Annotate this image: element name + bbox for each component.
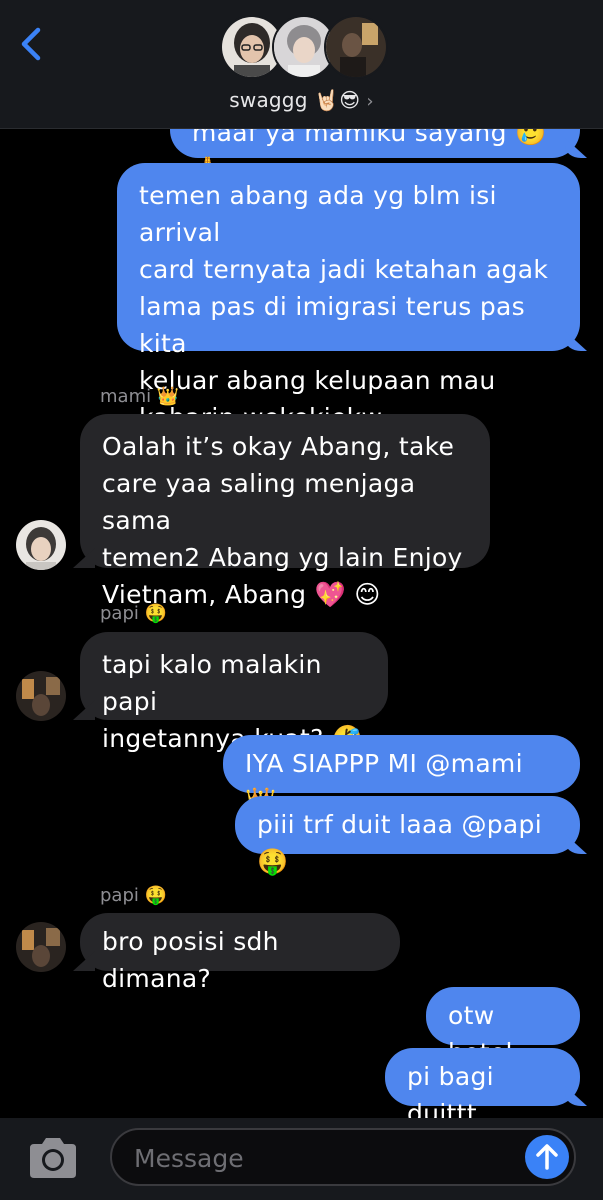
avatar-image [16,671,66,721]
send-button[interactable] [525,1135,569,1179]
sender-name: papi 🤑 [100,603,168,624]
message-text: pi bagi duittt [407,1062,494,1118]
conversation-header: swaggg 🤘🏻😎 › [0,0,603,129]
avatar-mami[interactable] [16,520,66,570]
conversation-area: maaf ya mamiku sayang 🥲🙏 temen abang ada… [0,0,603,1118]
avatar-image [16,520,66,570]
message-bubble-outgoing[interactable]: temen abang ada yg blm isi arrival card … [117,163,580,432]
message-bubble-outgoing[interactable]: piii trf duit laaa @papi 🤑 [235,796,580,876]
message-input[interactable] [132,1138,516,1178]
message-line: Oalah it’s okay Abang, take [102,432,455,461]
sender-name: papi 🤑 [100,885,168,906]
message-line: card ternyata jadi ketahan agak [139,255,549,284]
avatar-image [16,922,66,972]
message-text: piii trf duit laaa @papi 🤑 [257,810,542,876]
arrow-up-icon [536,1144,558,1170]
message-bubble-outgoing[interactable]: pi bagi duittt [385,1048,580,1118]
message-line: tapi kalo malakin papi [102,650,322,716]
avatar-papi[interactable] [16,671,66,721]
chevron-right-icon: › [366,91,374,112]
message-line: keluar abang kelupaan mau [139,366,496,395]
chevron-left-icon [21,27,41,61]
avatar-papi[interactable] [16,922,66,972]
group-name: swaggg 🤘🏻😎 [229,88,361,112]
message-bubble-outgoing[interactable]: IYA SIAPPP MI @mami 👑 [223,735,580,815]
message-line: temen abang ada yg blm isi arrival [139,181,497,247]
back-button[interactable] [14,24,50,64]
message-field[interactable] [110,1128,576,1186]
message-bubble-incoming[interactable]: tapi kalo malakin papi ingetannya kuat? … [80,632,388,753]
group-name-button[interactable]: swaggg 🤘🏻😎 › [0,88,603,112]
message-bubble-outgoing[interactable]: otw hotel [426,987,580,1067]
camera-icon [30,1138,76,1178]
group-avatar [324,15,388,79]
message-line: lama pas di imigrasi terus pas kita [139,292,525,358]
group-avatars[interactable] [220,15,388,81]
camera-button[interactable] [26,1136,80,1180]
message-bubble-incoming[interactable]: Oalah it’s okay Abang, take care yaa sal… [80,414,490,609]
message-line: care yaa saling menjaga sama [102,469,416,535]
message-line: temen2 Abang yg lain Enjoy [102,543,463,572]
message-bubble-incoming[interactable]: bro posisi sdh dimana? [80,913,400,993]
message-composer [0,1118,603,1200]
message-text: bro posisi sdh dimana? [102,927,279,993]
sender-name: mami 👑 [100,386,180,407]
